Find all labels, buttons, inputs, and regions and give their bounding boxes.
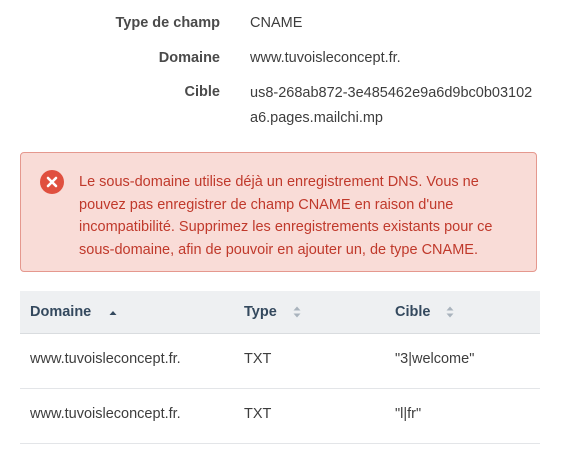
error-x-circle-icon <box>40 170 64 194</box>
row-domain: www.tuvoisleconcept.fr. <box>30 406 181 422</box>
record-type-label: Type de champ <box>115 15 220 31</box>
row-target: "l|fr" <box>395 406 422 422</box>
record-target-value-line2: a6.pages.mailchi.mp <box>250 110 383 126</box>
table-row: www.tuvoisleconcept.fr. TXT "3|welcome" <box>20 334 540 389</box>
record-type-value: CNAME <box>250 15 303 31</box>
row-domain: www.tuvoisleconcept.fr. <box>30 351 181 367</box>
error-alert-message: Le sous-domaine utilise déjà un enregist… <box>79 174 493 258</box>
sort-unsorted-icon[interactable] <box>445 305 455 324</box>
column-header-type[interactable]: Type <box>244 304 277 320</box>
sort-ascending-icon[interactable] <box>108 305 118 323</box>
table-row: www.tuvoisleconcept.fr. TXT "l|fr" <box>20 389 540 444</box>
row-type: TXT <box>244 351 272 367</box>
table-header: Domaine Type Cible <box>20 291 540 334</box>
column-header-cible[interactable]: Cible <box>395 304 430 320</box>
record-domain-value: www.tuvoisleconcept.fr. <box>250 50 401 66</box>
record-domain-label: Domaine <box>158 50 220 66</box>
error-alert: Le sous-domaine utilise déjà un enregist… <box>20 152 537 272</box>
column-header-domaine[interactable]: Domaine <box>30 304 91 320</box>
record-target-value: us8-268ab872-3e485462e9a6d9bc0b03102 a6.… <box>250 81 550 131</box>
row-target: "3|welcome" <box>395 351 475 367</box>
row-type: TXT <box>244 406 272 422</box>
record-target-value-line1: us8-268ab872-3e485462e9a6d9bc0b03102 <box>250 85 533 101</box>
record-target-label: Cible <box>184 84 220 100</box>
sort-unsorted-icon[interactable] <box>292 305 302 324</box>
